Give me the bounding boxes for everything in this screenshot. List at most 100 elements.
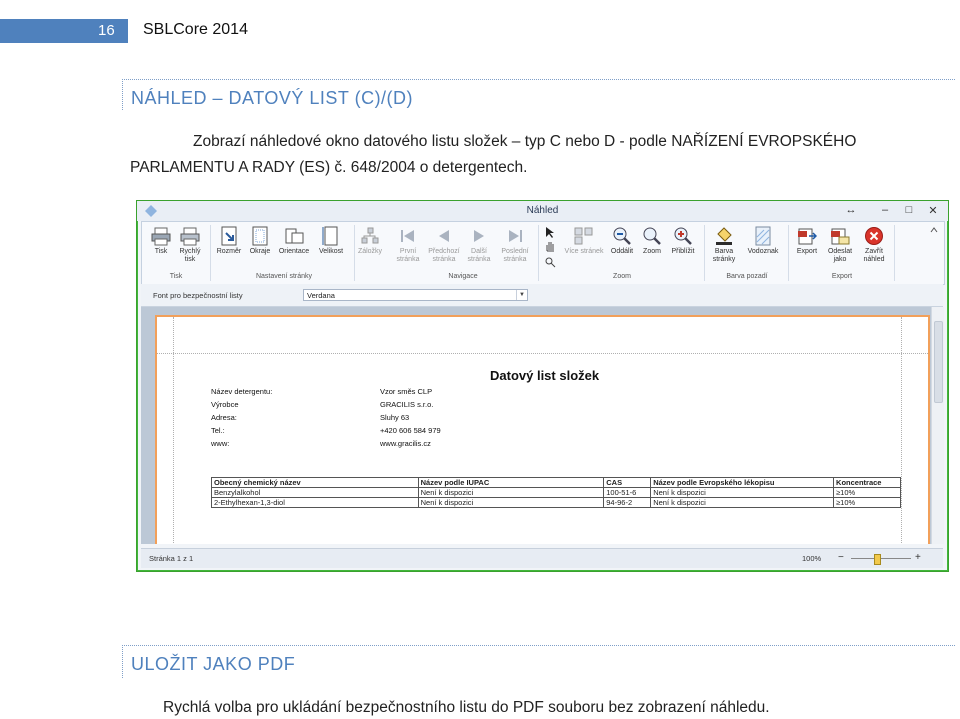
field-label: Tel.: bbox=[211, 426, 225, 435]
quick-print-button[interactable]: Rychlý tisk bbox=[176, 224, 204, 264]
group-label-zoom: Zoom bbox=[613, 273, 631, 280]
font-select[interactable]: Verdana ▼ bbox=[303, 289, 528, 301]
zoom-button[interactable]: Zoom bbox=[638, 224, 666, 256]
last-page-button[interactable]: Poslední stránka bbox=[498, 224, 532, 264]
last-page-icon bbox=[509, 230, 522, 242]
next-page-label: Další stránka bbox=[467, 248, 491, 263]
watermark-label: Vodoznak bbox=[747, 248, 779, 255]
close-preview-label: Zavřít náhled bbox=[863, 248, 885, 263]
page-left-border bbox=[155, 315, 157, 544]
zoom-in-label: Přiblížit bbox=[671, 248, 695, 255]
margin-guide-right bbox=[901, 317, 902, 544]
zoom-plus-button[interactable]: + bbox=[915, 552, 921, 563]
chevron-down-icon[interactable]: ▼ bbox=[516, 290, 527, 300]
multiple-pages-button[interactable]: Více stránek bbox=[562, 224, 606, 256]
page-color-button[interactable]: Barva stránky bbox=[708, 224, 740, 264]
bookmarks-button[interactable]: Záložky bbox=[356, 224, 384, 256]
minimize-button[interactable]: – bbox=[877, 204, 893, 216]
window-titlebar: Náhled ↔ – □ ✕ bbox=[137, 201, 948, 221]
document-page: Datový list složek Název detergentu: Vzo… bbox=[155, 315, 930, 544]
resize-page-icon bbox=[221, 226, 237, 246]
paint-bucket-icon bbox=[716, 227, 732, 245]
group-divider bbox=[354, 225, 355, 281]
send-as-label: Odeslat jako bbox=[827, 248, 853, 263]
close-window-button[interactable]: ✕ bbox=[925, 204, 941, 217]
section-heading: ULOŽIT JAKO PDF bbox=[131, 654, 296, 674]
page-size-button[interactable]: Rozměr bbox=[214, 224, 244, 256]
table-cell: Není k dispozici bbox=[650, 497, 835, 508]
ribbon-collapse-icon[interactable] bbox=[930, 226, 938, 234]
orientation-icon bbox=[285, 228, 304, 244]
group-label-background: Barva pozadí bbox=[726, 273, 768, 280]
scrollbar-thumb[interactable] bbox=[934, 321, 943, 403]
send-as-button[interactable]: Odeslat jako bbox=[824, 224, 856, 264]
table-header-row: Obecný chemický název Název podle IUPAC … bbox=[211, 477, 901, 488]
table-header: Název podle IUPAC bbox=[417, 477, 605, 488]
field-label: Adresa: bbox=[211, 413, 237, 422]
zoom-label: Zoom bbox=[643, 248, 661, 255]
resize-icon[interactable]: ↔ bbox=[843, 204, 859, 216]
table-cell: Benzylalkohol bbox=[211, 487, 419, 498]
zoom-slider-track[interactable] bbox=[851, 558, 911, 559]
hand-icon[interactable] bbox=[544, 240, 556, 252]
zoom-icon bbox=[643, 227, 661, 245]
page-top-border bbox=[155, 315, 930, 317]
zoom-out-button[interactable]: Oddálit bbox=[608, 224, 636, 256]
paper-size-button[interactable]: Velikost bbox=[314, 224, 348, 256]
group-divider bbox=[538, 225, 539, 281]
watermark-button[interactable]: Vodoznak bbox=[744, 224, 782, 256]
bookmarks-icon bbox=[361, 227, 379, 244]
close-preview-button[interactable]: Zavřít náhled bbox=[858, 224, 890, 264]
zoom-in-icon bbox=[674, 227, 692, 245]
quick-printer-icon bbox=[180, 227, 200, 246]
vertical-scrollbar[interactable] bbox=[931, 307, 944, 544]
table-header: Název podle Evropského lékopisu bbox=[650, 477, 835, 488]
margins-label: Okraje bbox=[249, 248, 271, 255]
export-button[interactable]: Export bbox=[792, 224, 822, 256]
table-cell: ≥10% bbox=[833, 487, 901, 498]
table-cell: ≥10% bbox=[833, 497, 901, 508]
first-page-button[interactable]: První stránka bbox=[392, 224, 424, 264]
table-row: Benzylalkohol Není k dispozici 100-51-6 … bbox=[211, 487, 901, 498]
section-heading-box: ULOŽIT JAKO PDF bbox=[122, 645, 955, 678]
bookmarks-label: Záložky bbox=[357, 248, 383, 255]
magnifier-small-icon[interactable] bbox=[544, 256, 556, 268]
zoom-in-button[interactable]: Přiblížit bbox=[668, 224, 698, 256]
quick-print-label: Rychlý tisk bbox=[179, 248, 201, 263]
first-page-icon bbox=[401, 230, 414, 242]
zoom-minus-button[interactable]: − bbox=[838, 552, 844, 563]
pointer-icon[interactable] bbox=[544, 226, 556, 238]
paragraph: Rychlá volba pro ukládání bezpečnostního… bbox=[163, 699, 770, 716]
next-page-icon bbox=[474, 230, 484, 242]
multiple-pages-icon bbox=[574, 227, 593, 245]
document-title: Datový list složek bbox=[490, 368, 600, 383]
field-value: Vzor směs CLP bbox=[380, 387, 433, 396]
paper-size-label: Velikost bbox=[318, 248, 344, 255]
paragraph-line-2: PARLAMENTU A RADY (ES) č. 648/2004 o det… bbox=[130, 159, 528, 176]
previous-page-button[interactable]: Předchozí stránka bbox=[426, 224, 462, 264]
first-page-label: První stránka bbox=[396, 248, 420, 263]
ribbon-toolbar: Tisk Rychlý tisk Tisk Rozměr Okraje Orie… bbox=[141, 221, 945, 285]
margins-button[interactable]: Okraje bbox=[246, 224, 274, 256]
page-color-label: Barva stránky bbox=[712, 248, 736, 263]
previous-page-icon bbox=[439, 230, 449, 242]
table-header: Koncentrace bbox=[833, 477, 901, 488]
group-label-export: Export bbox=[831, 273, 853, 280]
table-header: Obecný chemický název bbox=[211, 477, 419, 488]
next-page-button[interactable]: Další stránka bbox=[464, 224, 494, 264]
field-label: Výrobce bbox=[211, 400, 239, 409]
print-button[interactable]: Tisk bbox=[148, 224, 174, 256]
field-value: Sluhy 63 bbox=[380, 413, 410, 422]
table-cell: 100-51-6 bbox=[603, 487, 652, 498]
group-label-navigation: Navigace bbox=[448, 273, 478, 280]
orientation-button[interactable]: Orientace bbox=[276, 224, 312, 256]
margins-icon bbox=[252, 226, 268, 246]
composition-table: Obecný chemický název Název podle IUPAC … bbox=[211, 477, 901, 508]
zoom-out-icon bbox=[613, 227, 631, 245]
margin-guide-left bbox=[173, 317, 174, 544]
zoom-slider-knob[interactable] bbox=[874, 554, 881, 565]
maximize-button[interactable]: □ bbox=[901, 204, 917, 216]
table-cell: Není k dispozici bbox=[650, 487, 835, 498]
group-divider bbox=[210, 225, 211, 281]
previous-page-label: Předchozí stránka bbox=[428, 248, 460, 263]
